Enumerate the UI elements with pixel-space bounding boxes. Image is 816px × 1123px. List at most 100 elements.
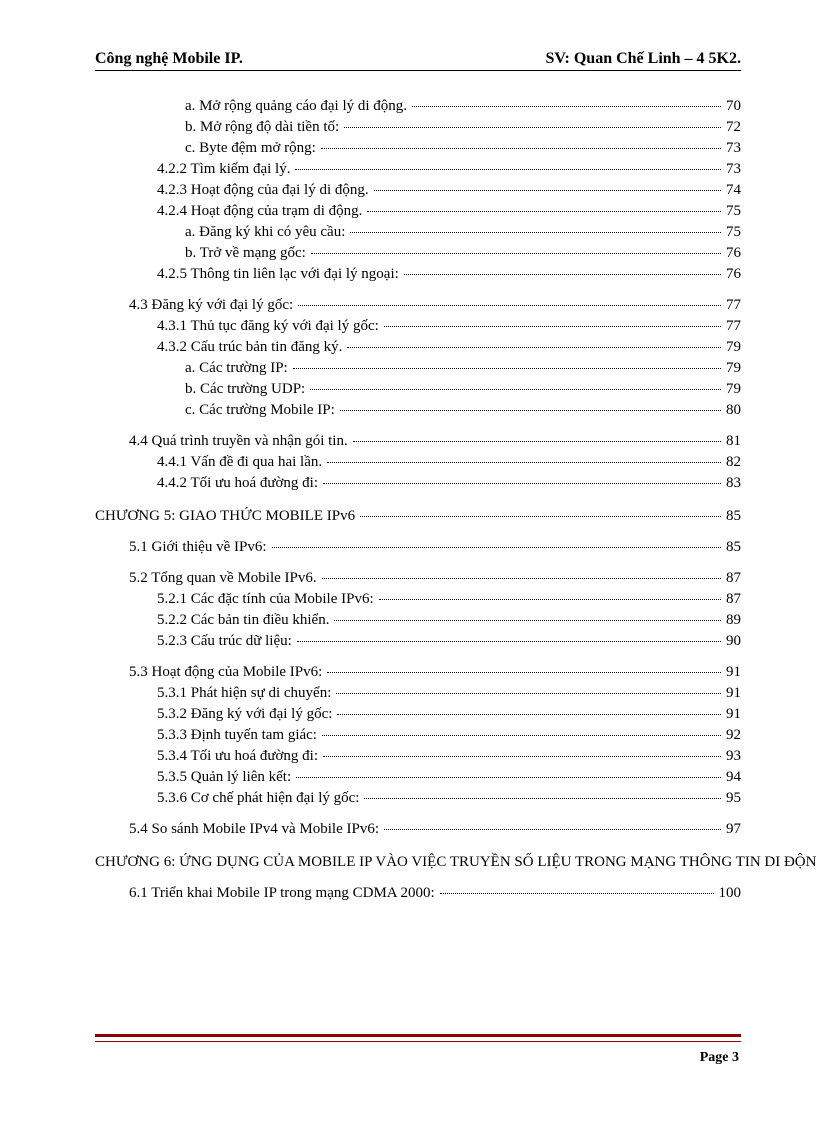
toc-title: 4.4.1 Vấn đề đi qua hai lần. — [157, 455, 324, 470]
toc-entry: 4.3 Đăng ký với đại lý gốc:77 — [129, 298, 741, 313]
toc-leader-dots — [323, 483, 721, 484]
toc-page-number: 85 — [724, 540, 741, 555]
toc-title: 5.3.1 Phát hiện sự di chuyển: — [157, 686, 333, 701]
toc-entry: 4.4.1 Vấn đề đi qua hai lần.82 — [157, 455, 741, 470]
toc-page-number: 81 — [724, 434, 741, 449]
header-rule — [95, 70, 741, 71]
toc-page-number: 75 — [724, 225, 741, 240]
toc-title: c. Các trường Mobile IP: — [185, 403, 337, 418]
toc-leader-dots — [404, 274, 721, 275]
toc-entry: 5.3.6 Cơ chế phát hiện đại lý gốc:95 — [157, 791, 741, 806]
toc-leader-dots — [310, 389, 721, 390]
toc-leader-dots — [347, 347, 721, 348]
toc-leader-dots — [353, 441, 721, 442]
toc-entry: b. Trở về mạng gốc:76 — [185, 246, 741, 261]
toc-leader-dots — [334, 620, 721, 621]
toc-leader-dots — [367, 211, 721, 212]
toc-page-number: 100 — [717, 886, 742, 901]
toc-page-number: 90 — [724, 634, 741, 649]
toc-entry: CHƯƠNG 5: GIAO THỨC MOBILE IPv685 — [95, 509, 741, 524]
toc-entry: 5.3.4 Tối ưu hoá đường đi: 93 — [157, 749, 741, 764]
toc-leader-dots — [384, 829, 721, 830]
toc-entry: 4.4.2 Tối ưu hoá đường đi: 83 — [157, 476, 741, 491]
toc-leader-dots — [327, 672, 721, 673]
toc-title: 6.1 Triển khai Mobile IP trong mạng CDMA… — [129, 886, 437, 901]
toc-title: 4.4 Quá trình truyền và nhận gói tin. — [129, 434, 350, 449]
toc-entry: 5.3.3 Định tuyến tam giác: 92 — [157, 728, 741, 743]
toc-title: 5.3.5 Quản lý liên kết: — [157, 770, 293, 785]
toc-page-number: 83 — [724, 476, 741, 491]
toc-page-number: 79 — [724, 361, 741, 376]
toc-title: 5.2.2 Các bản tin điều khiển. — [157, 613, 331, 628]
toc-page-number: 87 — [724, 571, 741, 586]
toc-entry: 4.3.1 Thủ tục đăng ký với đại lý gốc:77 — [157, 319, 741, 334]
toc-title: 5.3.4 Tối ưu hoá đường đi: — [157, 749, 320, 764]
toc-leader-dots — [311, 253, 721, 254]
toc-title: b. Trở về mạng gốc: — [185, 246, 308, 261]
toc-page-number: 97 — [724, 822, 741, 837]
toc-leader-dots — [298, 305, 721, 306]
toc-title: 5.4 So sánh Mobile IPv4 và Mobile IPv6: — [129, 822, 381, 837]
toc-entry: a. Mở rộng quảng cáo đại lý di động. 70 — [185, 99, 741, 114]
toc-title: 5.2 Tổng quan về Mobile IPv6. — [129, 571, 319, 586]
toc-entry: 5.3.2 Đăng ký với đại lý gốc:91 — [157, 707, 741, 722]
toc-entry: 4.3.2 Cấu trúc bản tin đăng ký.79 — [157, 340, 741, 355]
toc-page-number: 91 — [724, 665, 741, 680]
footer-rule — [95, 1034, 741, 1042]
toc-title: 4.2.3 Hoạt động của đại lý di động. — [157, 183, 371, 198]
toc-title: 5.3.3 Định tuyến tam giác: — [157, 728, 319, 743]
toc-entry: 5.2.3 Cấu trúc dữ liệu:90 — [157, 634, 741, 649]
toc-page-number: 87 — [724, 592, 741, 607]
toc-page-number: 79 — [724, 382, 741, 397]
toc-leader-dots — [322, 735, 721, 736]
toc-entry: 5.2.1 Các đặc tính của Mobile IPv6: 87 — [157, 592, 741, 607]
toc-entry: 5.3.5 Quản lý liên kết: 94 — [157, 770, 741, 785]
toc-page-number: 70 — [724, 99, 741, 114]
toc-entry: 5.3.1 Phát hiện sự di chuyển:91 — [157, 686, 741, 701]
toc-page-number: 72 — [724, 120, 741, 135]
toc-leader-dots — [340, 410, 721, 411]
toc-page-number: 73 — [724, 162, 741, 177]
page-header: Công nghệ Mobile IP. SV: Quan Chế Linh –… — [95, 50, 741, 68]
toc-leader-dots — [440, 893, 714, 894]
toc-title: 5.3.2 Đăng ký với đại lý gốc: — [157, 707, 334, 722]
toc-title: 4.4.2 Tối ưu hoá đường đi: — [157, 476, 320, 491]
toc-leader-dots — [327, 462, 721, 463]
toc-leader-dots — [412, 106, 721, 107]
toc-entry: a. Đăng ký khi có yêu cầu: 75 — [185, 225, 741, 240]
toc-title: a. Mở rộng quảng cáo đại lý di động. — [185, 99, 409, 114]
toc-leader-dots — [360, 516, 721, 517]
toc-leader-dots — [364, 798, 721, 799]
toc-page-number: 94 — [724, 770, 741, 785]
toc-leader-dots — [379, 599, 721, 600]
toc-leader-dots — [321, 148, 721, 149]
toc-leader-dots — [350, 232, 721, 233]
toc-leader-dots — [374, 190, 721, 191]
header-left: Công nghệ Mobile IP. — [95, 50, 243, 68]
toc-title: a. Đăng ký khi có yêu cầu: — [185, 225, 347, 240]
toc-entry: 5.3 Hoạt động của Mobile IPv6:91 — [129, 665, 741, 680]
page: Công nghệ Mobile IP. SV: Quan Chế Linh –… — [0, 0, 816, 1123]
toc-entry: 5.2 Tổng quan về Mobile IPv6. 87 — [129, 571, 741, 586]
toc-page-number: 92 — [724, 728, 741, 743]
toc-page-number: 93 — [724, 749, 741, 764]
toc-entry: 4.4 Quá trình truyền và nhận gói tin. 81 — [129, 434, 741, 449]
toc-leader-dots — [384, 326, 721, 327]
toc-title: 5.3.6 Cơ chế phát hiện đại lý gốc: — [157, 791, 361, 806]
toc-entry: 4.2.2 Tìm kiếm đại lý. 73 — [157, 162, 741, 177]
toc-title: CHƯƠNG 5: GIAO THỨC MOBILE IPv6 — [95, 509, 357, 524]
toc-title: 5.2.1 Các đặc tính của Mobile IPv6: — [157, 592, 376, 607]
toc-page-number: 80 — [724, 403, 741, 418]
toc-title: b. Các trường UDP: — [185, 382, 307, 397]
toc-page-number: 74 — [724, 183, 741, 198]
toc-entry: 5.4 So sánh Mobile IPv4 và Mobile IPv6: 9… — [129, 822, 741, 837]
toc-entry: a. Các trường IP:79 — [185, 361, 741, 376]
toc-title: 4.2.5 Thông tin liên lạc với đại lý ngoạ… — [157, 267, 401, 282]
toc-entry: 4.2.4 Hoạt động của trạm di động.75 — [157, 204, 741, 219]
content-area: Công nghệ Mobile IP. SV: Quan Chế Linh –… — [95, 50, 741, 1010]
toc-entry: 4.2.5 Thông tin liên lạc với đại lý ngoạ… — [157, 267, 741, 282]
toc-title: c. Byte đệm mở rộng: — [185, 141, 318, 156]
toc-entry: 5.1 Giới thiệu về IPv6: 85 — [129, 540, 741, 555]
toc-title: 4.2.2 Tìm kiếm đại lý. — [157, 162, 292, 177]
toc-title: 5.1 Giới thiệu về IPv6: — [129, 540, 269, 555]
